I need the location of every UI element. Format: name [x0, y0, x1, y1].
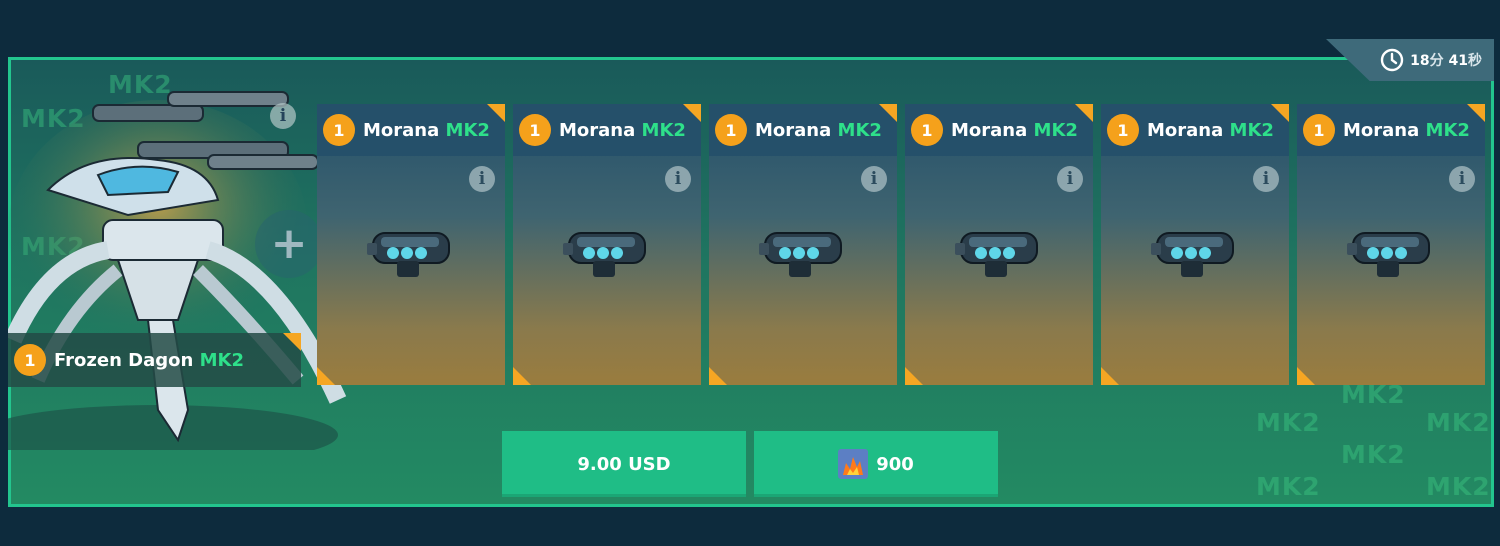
corner-accent: [317, 367, 335, 385]
quantity-badge: 1: [1107, 114, 1139, 146]
corner-accent: [1101, 367, 1119, 385]
corner-accent: [905, 367, 923, 385]
corner-accent: [1297, 367, 1315, 385]
weapon-info-button[interactable]: i: [1253, 166, 1279, 192]
weapon-card-header: 1 Morana MK2: [1297, 104, 1485, 156]
buy-usd-button[interactable]: 9.00 USD: [502, 431, 746, 497]
corner-accent: [1467, 104, 1485, 122]
robot-name: Frozen Dagon MK2: [54, 349, 244, 371]
weapon-name: Morana MK2: [559, 119, 686, 141]
timer-text: 18分 41秒: [1410, 53, 1482, 69]
weapon-image: [1347, 232, 1430, 277]
weapon-name: Morana MK2: [363, 119, 490, 141]
quantity-badge: 1: [323, 114, 355, 146]
corner-accent: [709, 367, 727, 385]
corner-accent: [487, 104, 505, 122]
weapon-image: [1151, 232, 1234, 277]
weapon-image: [759, 232, 842, 277]
weapon-info-button[interactable]: i: [469, 166, 495, 192]
robot-info-button[interactable]: i: [270, 103, 296, 129]
gold-price-label: 900: [876, 453, 914, 475]
weapon-card-header: 1 Morana MK2: [709, 104, 897, 156]
weapon-image: [367, 232, 450, 277]
corner-accent: [879, 104, 897, 122]
watermark-mk2: MK2: [1256, 472, 1321, 501]
tier-label: MK2: [641, 119, 686, 141]
quantity-badge: 1: [911, 114, 943, 146]
weapon-card[interactable]: 1 Morana MK2 i: [709, 104, 897, 385]
weapon-card-header: 1 Morana MK2: [317, 104, 505, 156]
corner-accent: [283, 333, 301, 351]
buy-gold-button[interactable]: 900: [754, 431, 998, 497]
weapon-card[interactable]: 1 Morana MK2 i: [1297, 104, 1485, 385]
weapon-info-button[interactable]: i: [1057, 166, 1083, 192]
weapon-name: Morana MK2: [1343, 119, 1470, 141]
tier-label: MK2: [445, 119, 490, 141]
weapon-card-header: 1 Morana MK2: [905, 104, 1093, 156]
tier-label: MK2: [1425, 119, 1470, 141]
corner-accent: [513, 367, 531, 385]
weapon-card-header: 1 Morana MK2: [513, 104, 701, 156]
weapon-info-button[interactable]: i: [665, 166, 691, 192]
weapon-name: Morana MK2: [951, 119, 1078, 141]
tier-label: MK2: [837, 119, 882, 141]
gold-currency-icon: [838, 449, 869, 479]
corner-accent: [1075, 104, 1093, 122]
watermark-mk2: MK2: [1426, 408, 1491, 437]
weapon-name: Morana MK2: [755, 119, 882, 141]
weapon-card-header: 1 Morana MK2: [1101, 104, 1289, 156]
weapon-card[interactable]: 1 Morana MK2 i: [905, 104, 1093, 385]
weapon-card[interactable]: 1 Morana MK2 i: [513, 104, 701, 385]
weapon-card[interactable]: 1 Morana MK2 i: [317, 104, 505, 385]
quantity-badge: 1: [519, 114, 551, 146]
weapon-name: Morana MK2: [1147, 119, 1274, 141]
corner-accent: [683, 104, 701, 122]
corner-accent: [1271, 104, 1289, 122]
watermark-mk2: MK2: [1426, 472, 1491, 501]
weapon-image: [955, 232, 1038, 277]
robot-name-bar: 1 Frozen Dagon MK2: [8, 333, 301, 387]
usd-price-label: 9.00 USD: [577, 453, 671, 475]
weapon-image: [563, 232, 646, 277]
weapon-info-button[interactable]: i: [1449, 166, 1475, 192]
quantity-badge: 1: [14, 344, 46, 376]
tier-label: MK2: [1229, 119, 1274, 141]
clock-icon: [1380, 48, 1404, 72]
plus-icon: +: [255, 210, 323, 278]
bundle-offer-screen: MK2 MK2 MK2 MK2 MK2 MK2 MK2 MK2 MK2 18分 …: [0, 0, 1500, 546]
watermark-mk2: MK2: [1256, 408, 1321, 437]
quantity-badge: 1: [1303, 114, 1335, 146]
weapon-info-button[interactable]: i: [861, 166, 887, 192]
watermark-mk2: MK2: [1341, 440, 1406, 469]
tier-label: MK2: [199, 349, 244, 371]
weapon-card[interactable]: 1 Morana MK2 i: [1101, 104, 1289, 385]
quantity-badge: 1: [715, 114, 747, 146]
tier-label: MK2: [1033, 119, 1078, 141]
